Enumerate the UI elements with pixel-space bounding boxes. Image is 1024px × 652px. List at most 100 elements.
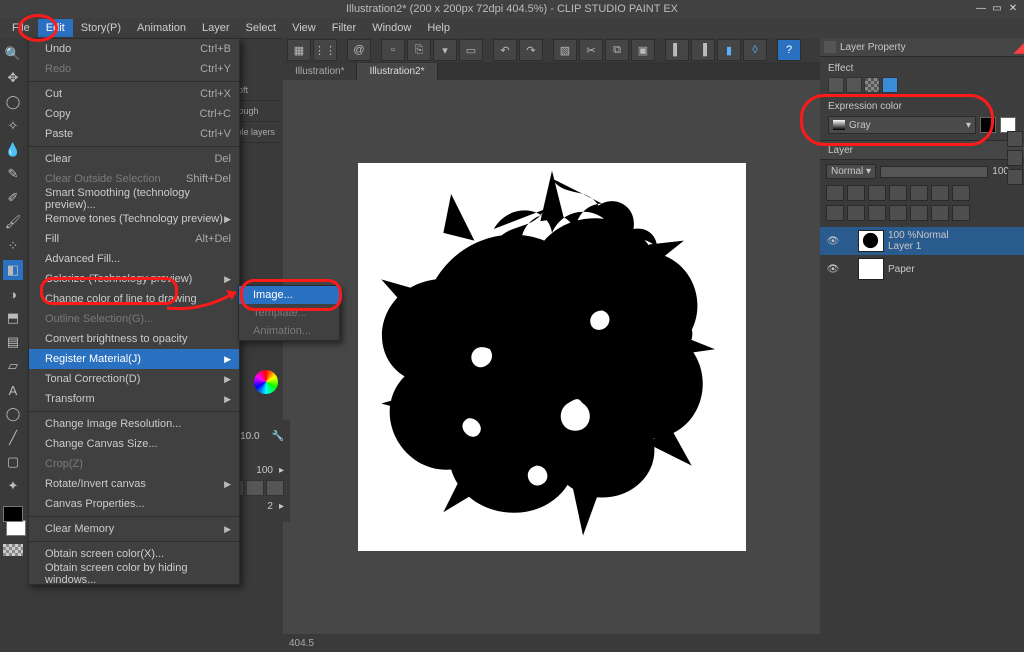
- eye-icon[interactable]: 👁: [826, 264, 840, 275]
- save-icon[interactable]: ▾: [433, 39, 457, 61]
- effect-color-icon[interactable]: [882, 77, 898, 93]
- layer-property-tab[interactable]: Layer Property ◢: [820, 38, 1024, 57]
- layer-row-paper[interactable]: 👁 Paper: [820, 255, 1024, 283]
- expr-black-swatch[interactable]: [980, 117, 996, 133]
- menu-layer[interactable]: Layer: [194, 19, 238, 37]
- layer-opacity-slider[interactable]: [880, 166, 988, 178]
- expression-color-dropdown[interactable]: Gray ▾: [828, 116, 976, 134]
- menu-view[interactable]: View: [284, 19, 324, 37]
- menu-filter[interactable]: Filter: [324, 19, 364, 37]
- canvas[interactable]: [358, 163, 746, 551]
- merge-icon[interactable]: [889, 205, 907, 221]
- copy-icon[interactable]: ⧉: [605, 39, 629, 61]
- wand-icon[interactable]: ✧: [3, 116, 23, 136]
- frame-icon[interactable]: ▢: [3, 452, 23, 472]
- fill-icon[interactable]: ⬒: [3, 308, 23, 328]
- submenuitem-image[interactable]: Image...: [239, 286, 339, 304]
- dots-icon[interactable]: ⋮⋮: [313, 39, 337, 61]
- paste-icon[interactable]: ▣: [631, 39, 655, 61]
- close-icon[interactable]: ✕: [1006, 2, 1020, 15]
- new-layer-icon[interactable]: [826, 205, 844, 221]
- menu-window[interactable]: Window: [364, 19, 419, 37]
- menuitem-cut[interactable]: CutCtrl+X: [29, 84, 239, 104]
- layer-draft-icon[interactable]: [931, 185, 949, 201]
- mode-btn-2[interactable]: [246, 480, 264, 496]
- menuitem-tonal-correction-d[interactable]: Tonal Correction(D)▶: [29, 369, 239, 389]
- transparent-color[interactable]: [3, 544, 23, 556]
- menuitem-copy[interactable]: CopyCtrl+C: [29, 104, 239, 124]
- side-icon-3[interactable]: [1007, 169, 1023, 185]
- menuitem-remove-tones-technology-preview[interactable]: Remove tones (Technology preview)▶: [29, 209, 239, 229]
- menuitem-transform[interactable]: Transform▶: [29, 389, 239, 409]
- menuitem-change-color-of-line-to-drawing[interactable]: Change color of line to drawing: [29, 289, 239, 309]
- brush-tip-icon[interactable]: ◢: [1013, 39, 1024, 56]
- register-material-submenu[interactable]: Image...Template...Animation...: [238, 285, 340, 341]
- guide1-icon[interactable]: ▌: [665, 39, 689, 61]
- spray-icon[interactable]: ⁘: [3, 236, 23, 256]
- menuitem-undo[interactable]: UndoCtrl+B: [29, 39, 239, 59]
- layer-clip-icon[interactable]: [952, 185, 970, 201]
- correct-icon[interactable]: ✦: [3, 476, 23, 496]
- guide2-icon[interactable]: ▐: [691, 39, 715, 61]
- layer-mask-icon[interactable]: [868, 185, 886, 201]
- menu-file[interactable]: File: [4, 19, 38, 37]
- eraser-icon[interactable]: ◧: [3, 260, 23, 280]
- doc-tab-1[interactable]: Illustration*: [283, 63, 357, 80]
- eyedrop-icon[interactable]: 💧: [3, 140, 23, 160]
- maximize-icon[interactable]: ▭: [990, 2, 1004, 15]
- menuitem-convert-brightness-to-opacity[interactable]: Convert brightness to opacity: [29, 329, 239, 349]
- menuitem-smart-smoothing-technology-preview[interactable]: Smart Smoothing (technology preview)...: [29, 189, 239, 209]
- ruler-icon[interactable]: ╱: [3, 428, 23, 448]
- balloon-icon[interactable]: ◯: [3, 404, 23, 424]
- grid-icon[interactable]: ▦: [287, 39, 311, 61]
- background-color[interactable]: [6, 520, 26, 536]
- menuitem-clear[interactable]: ClearDel: [29, 149, 239, 169]
- side-icon-1[interactable]: [1007, 131, 1023, 147]
- side-icon-2[interactable]: [1007, 150, 1023, 166]
- menuitem-change-canvas-size[interactable]: Change Canvas Size...: [29, 434, 239, 454]
- menuitem-rotate-invert-canvas[interactable]: Rotate/Invert canvas▶: [29, 474, 239, 494]
- undo-icon[interactable]: ↶: [493, 39, 517, 61]
- menuitem-paste[interactable]: PasteCtrl+V: [29, 124, 239, 144]
- clear-icon[interactable]: ▧: [553, 39, 577, 61]
- open-icon[interactable]: ⎘: [407, 39, 431, 61]
- edit-menu-dropdown[interactable]: UndoCtrl+BRedoCtrl+YCutCtrl+XCopyCtrl+CP…: [28, 38, 240, 585]
- new-folder-icon[interactable]: [847, 205, 865, 221]
- cut-icon[interactable]: ✂: [579, 39, 603, 61]
- guide4-icon[interactable]: ◊: [743, 39, 767, 61]
- menuitem-obtain-screen-color-by-hiding-windows[interactable]: Obtain screen color by hiding windows...: [29, 564, 239, 584]
- menuitem-fill[interactable]: FillAlt+Del: [29, 229, 239, 249]
- menuitem-colorize-technology-preview[interactable]: Colorize (Technology preview)▶: [29, 269, 239, 289]
- menu-storyp[interactable]: Story(P): [73, 19, 129, 37]
- menu-edit[interactable]: Edit: [38, 19, 73, 37]
- text-icon[interactable]: A: [3, 380, 23, 400]
- minimize-icon[interactable]: —: [974, 2, 988, 15]
- shape-icon[interactable]: ▱: [3, 356, 23, 376]
- blend-icon[interactable]: ◑: [3, 284, 23, 304]
- layer-up-icon[interactable]: [931, 205, 949, 221]
- redo-icon[interactable]: ↷: [519, 39, 543, 61]
- layer-panel-tab[interactable]: Layer: [820, 140, 1024, 160]
- layer-ref-icon[interactable]: [910, 185, 928, 201]
- menu-help[interactable]: Help: [419, 19, 458, 37]
- layer-down-icon[interactable]: [952, 205, 970, 221]
- effect-checker-icon[interactable]: [864, 77, 880, 93]
- menuitem-advanced-fill[interactable]: Advanced Fill...: [29, 249, 239, 269]
- brush-b-icon[interactable]: 🖌: [3, 212, 23, 232]
- layer-pin-icon[interactable]: [847, 185, 865, 201]
- cloud-icon[interactable]: ?: [777, 39, 801, 61]
- new-icon[interactable]: ▫: [381, 39, 405, 61]
- menuitem-canvas-properties[interactable]: Canvas Properties...: [29, 494, 239, 514]
- eye-icon[interactable]: 👁: [826, 236, 840, 247]
- menuitem-clear-memory[interactable]: Clear Memory▶: [29, 519, 239, 539]
- foreground-color[interactable]: [3, 506, 23, 522]
- doc-tab-2[interactable]: Illustration2*: [357, 63, 437, 80]
- gradient-icon[interactable]: ▤: [3, 332, 23, 352]
- canvas-viewport[interactable]: [283, 80, 820, 634]
- transfer-icon[interactable]: [868, 205, 886, 221]
- menuitem-obtain-screen-color-x[interactable]: Obtain screen color(X)...: [29, 544, 239, 564]
- menuitem-change-image-resolution[interactable]: Change Image Resolution...: [29, 414, 239, 434]
- mode-btn-3[interactable]: [266, 480, 284, 496]
- blend-mode-dropdown[interactable]: Normal ▾: [826, 164, 876, 179]
- layer-row-layer1[interactable]: 👁 100 %Normal Layer 1: [820, 227, 1024, 255]
